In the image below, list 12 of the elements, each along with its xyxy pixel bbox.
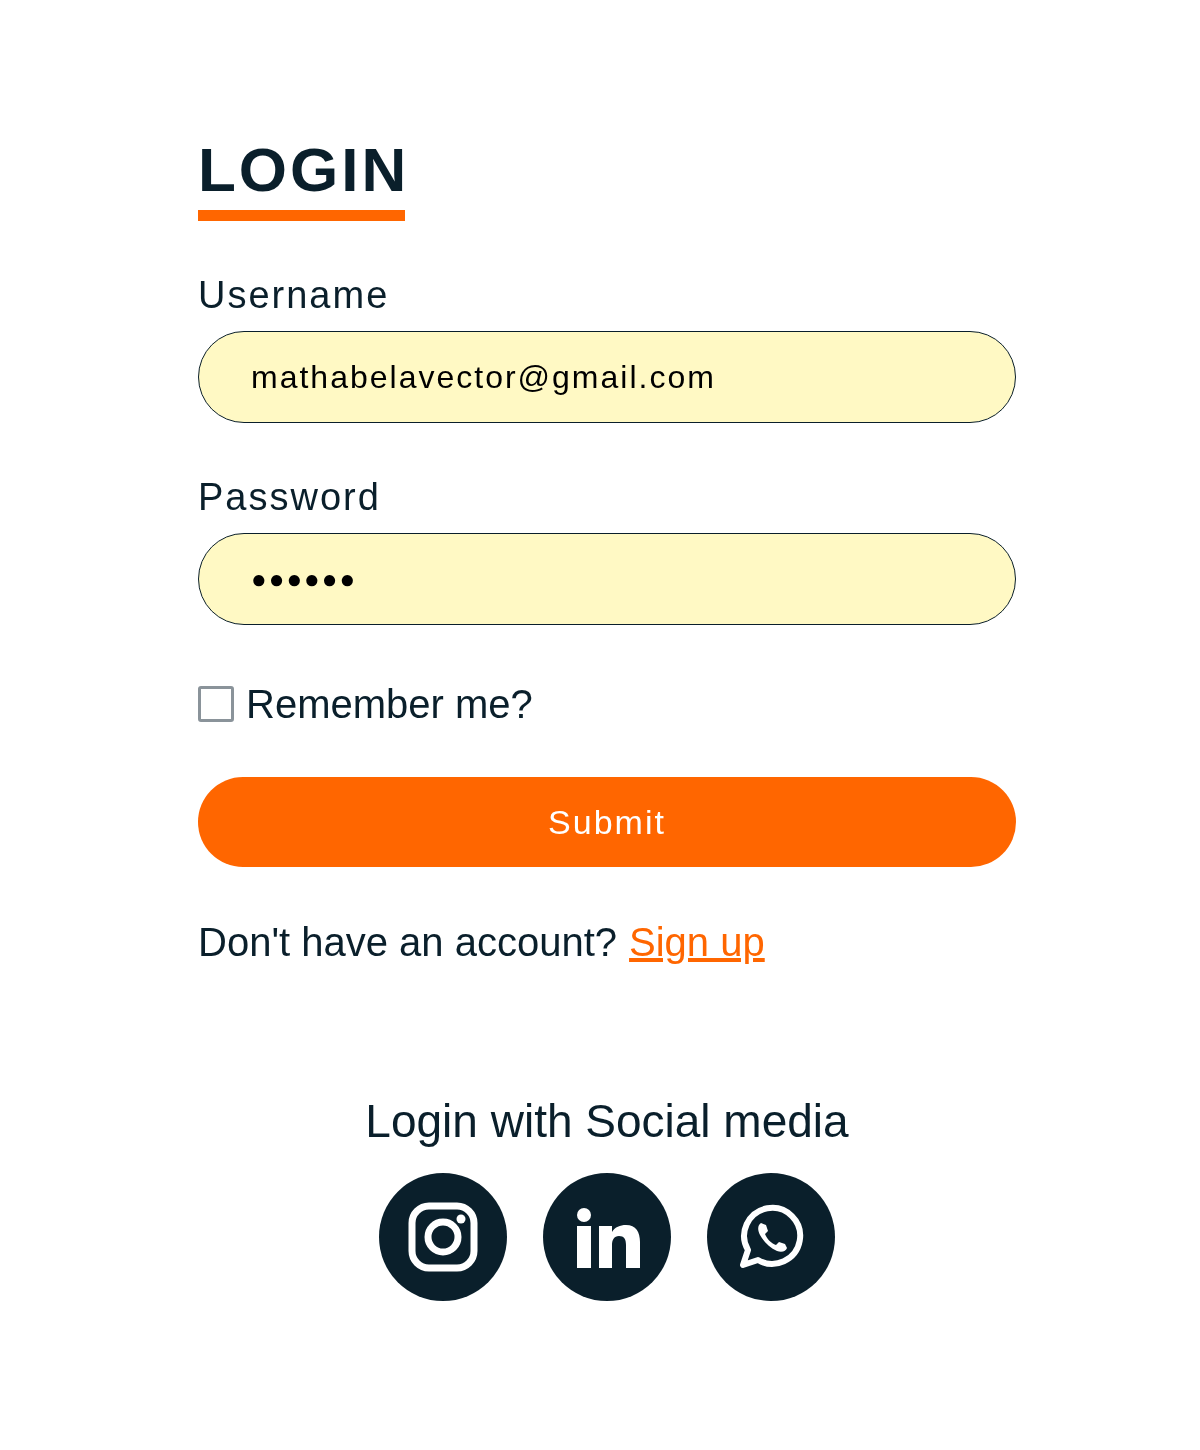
signup-prompt: Don't have an account? — [198, 919, 618, 965]
chat-phone-icon[interactable] — [707, 1173, 835, 1301]
linkedin-icon[interactable] — [543, 1173, 671, 1301]
camera-icon[interactable] — [379, 1173, 507, 1301]
social-heading: Login with Social media — [365, 1095, 849, 1147]
remember-label: Remember me? — [246, 681, 533, 727]
username-label: Username — [198, 273, 390, 317]
password-field[interactable]: ●●●●●● — [198, 533, 1016, 625]
login-title: LOGIN — [198, 134, 410, 206]
remember-checkbox[interactable] — [198, 686, 234, 722]
password-label: Password — [198, 475, 381, 519]
username-field[interactable]: mathabelavector@gmail.com — [198, 331, 1016, 423]
